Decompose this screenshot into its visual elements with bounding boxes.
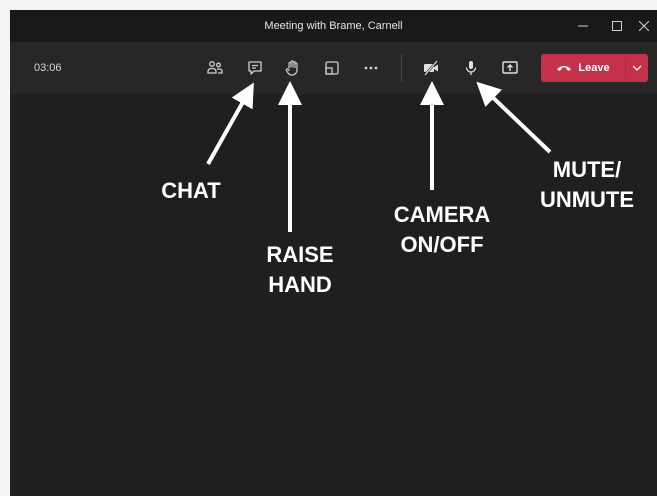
mute-arrow xyxy=(476,81,552,154)
raise-hand-annotation: RAISE HAND xyxy=(250,240,350,300)
camera-annotation-line2: ON/OFF xyxy=(400,232,484,257)
mute-annotation: MUTE/ UNMUTE xyxy=(528,155,646,215)
chat-arrow xyxy=(206,82,254,165)
mute-annotation-line2: UNMUTE xyxy=(539,187,635,212)
raise-hand-annotation-line1: RAISE xyxy=(266,242,334,267)
raise-hand-annotation-line2: HAND xyxy=(268,272,332,297)
camera-annotation: CAMERA ON/OFF xyxy=(383,200,501,260)
camera-annotation-line1: CAMERA xyxy=(393,202,491,227)
mute-annotation-line1: MUTE/ xyxy=(552,157,622,182)
chat-annotation-text: CHAT xyxy=(161,178,221,203)
chat-annotation: CHAT xyxy=(148,176,234,206)
